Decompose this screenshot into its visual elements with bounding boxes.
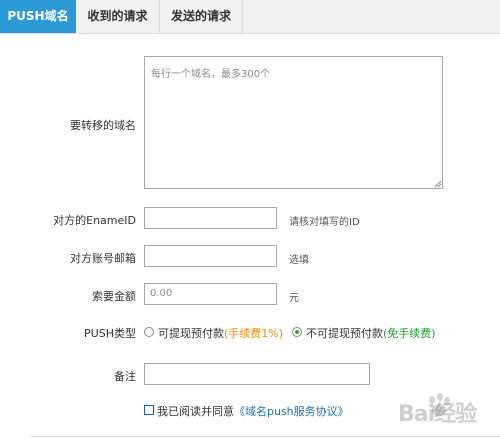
amount-label: 索要金额	[92, 290, 136, 303]
ename-id-label: 对方的EnameID	[53, 214, 136, 227]
amount-input[interactable]: 0.00	[144, 283, 277, 305]
ename-id-input[interactable]	[144, 207, 277, 229]
email-input[interactable]	[144, 245, 277, 267]
option-withdrawable-text: 可提现预付款	[158, 327, 224, 340]
option-non-withdrawable[interactable]: 不可提现预付款(免手续费)	[306, 325, 436, 341]
resize-handle-icon[interactable]	[433, 179, 441, 187]
tab-push-domain[interactable]: PUSH域名	[0, 0, 76, 33]
amount-placeholder: 0.00	[150, 288, 173, 299]
agreement-checkbox[interactable]	[144, 405, 154, 415]
agreement-link[interactable]: 《域名push服务协议》	[234, 405, 349, 418]
bottom-divider	[30, 436, 500, 437]
domains-label: 要转移的域名	[70, 119, 136, 132]
push-type-label: PUSH类型	[84, 327, 136, 340]
option-withdrawable-fee: (手续费1%)	[224, 327, 284, 340]
agreement-text: 我已阅读并同意《域名push服务协议》	[157, 403, 349, 419]
email-hint: 选填	[289, 255, 309, 266]
amount-unit: 元	[289, 293, 299, 304]
radio-non-withdrawable[interactable]	[292, 327, 302, 337]
watermark-text: Bai经验	[398, 402, 477, 427]
agreement-prefix: 我已阅读并同意	[157, 405, 234, 418]
domains-placeholder: 每行一个域名，最多300个	[151, 69, 271, 80]
remark-input[interactable]	[144, 363, 370, 385]
remark-label: 备注	[114, 370, 136, 383]
email-label: 对方账号邮箱	[70, 252, 136, 265]
domains-textarea[interactable]: 每行一个域名，最多300个	[144, 56, 443, 189]
tab-received-requests[interactable]: 收到的请求	[76, 0, 160, 33]
radio-withdrawable[interactable]	[144, 327, 154, 337]
option-non-withdrawable-fee: (免手续费)	[383, 327, 436, 340]
tab-bar: PUSH域名 收到的请求 发送的请求	[0, 0, 500, 34]
tab-sent-requests[interactable]: 发送的请求	[160, 0, 243, 33]
option-withdrawable[interactable]: 可提现预付款(手续费1%)	[158, 325, 283, 341]
option-non-withdrawable-text: 不可提现预付款	[306, 327, 383, 340]
ename-id-hint: 请核对填写的ID	[289, 217, 360, 228]
